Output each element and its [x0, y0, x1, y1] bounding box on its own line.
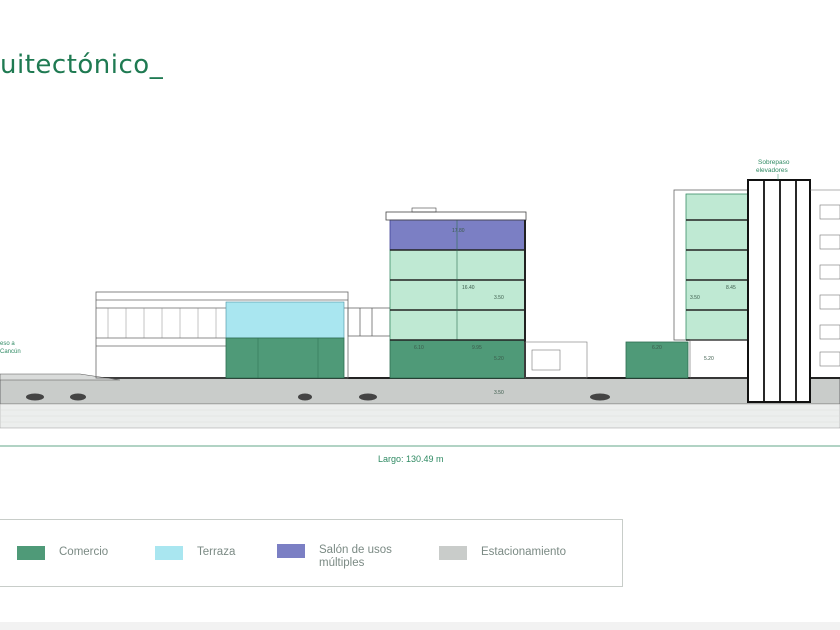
zone-comercio-left	[225, 337, 345, 379]
footer-band	[0, 622, 840, 630]
legend-label: Terraza	[197, 546, 236, 558]
left-note-line2: Cancún	[0, 349, 21, 355]
legend-item-estacionamiento: Estacionamiento	[439, 546, 566, 560]
dim-5: 9.95	[472, 345, 482, 351]
dim-9: 3.50	[690, 295, 700, 301]
legend: Comercio Terraza Salón de usos múltiples…	[0, 519, 623, 587]
swatch-salon-icon	[277, 544, 305, 558]
building-right-tower	[673, 179, 840, 403]
sobrepaso-label-line2: elevadores	[756, 167, 789, 174]
dim-8: 8.45	[726, 285, 736, 291]
swatch-terraza-icon	[155, 546, 183, 560]
dim-10: 5.20	[704, 356, 714, 362]
swatch-estacionamiento-icon	[439, 546, 467, 560]
dim-1: 17.80	[452, 228, 465, 234]
dim-3: 3.50	[494, 295, 504, 301]
dim-6: 5.20	[494, 356, 504, 362]
legend-item-comercio: Comercio	[17, 546, 108, 560]
dim-4: 6.10	[414, 345, 424, 351]
sobrepaso-label-line1: Sobrepaso	[758, 159, 790, 166]
dim-2: 16.40	[462, 285, 475, 291]
left-note-line1: eso a	[0, 341, 15, 347]
legend-item-salon: Salón de usos múltiples	[277, 544, 392, 570]
dim-11: 3.50	[494, 390, 504, 396]
parking-basement	[0, 373, 840, 447]
zone-terraza	[225, 301, 345, 339]
legend-label: Estacionamiento	[481, 546, 567, 558]
legend-label: Comercio	[59, 546, 109, 558]
legend-item-terraza: Terraza	[155, 546, 235, 560]
dim-7: 6.20	[652, 345, 662, 351]
connector-low	[524, 341, 588, 379]
legend-label: Salón de usos múltiples	[319, 544, 392, 569]
architectural-section-drawing: Sobrepaso elevadores eso a Cancún 17.80 …	[0, 159, 840, 447]
swatch-comercio-icon	[17, 546, 45, 560]
length-label: Largo: 130.49 m	[378, 454, 444, 464]
